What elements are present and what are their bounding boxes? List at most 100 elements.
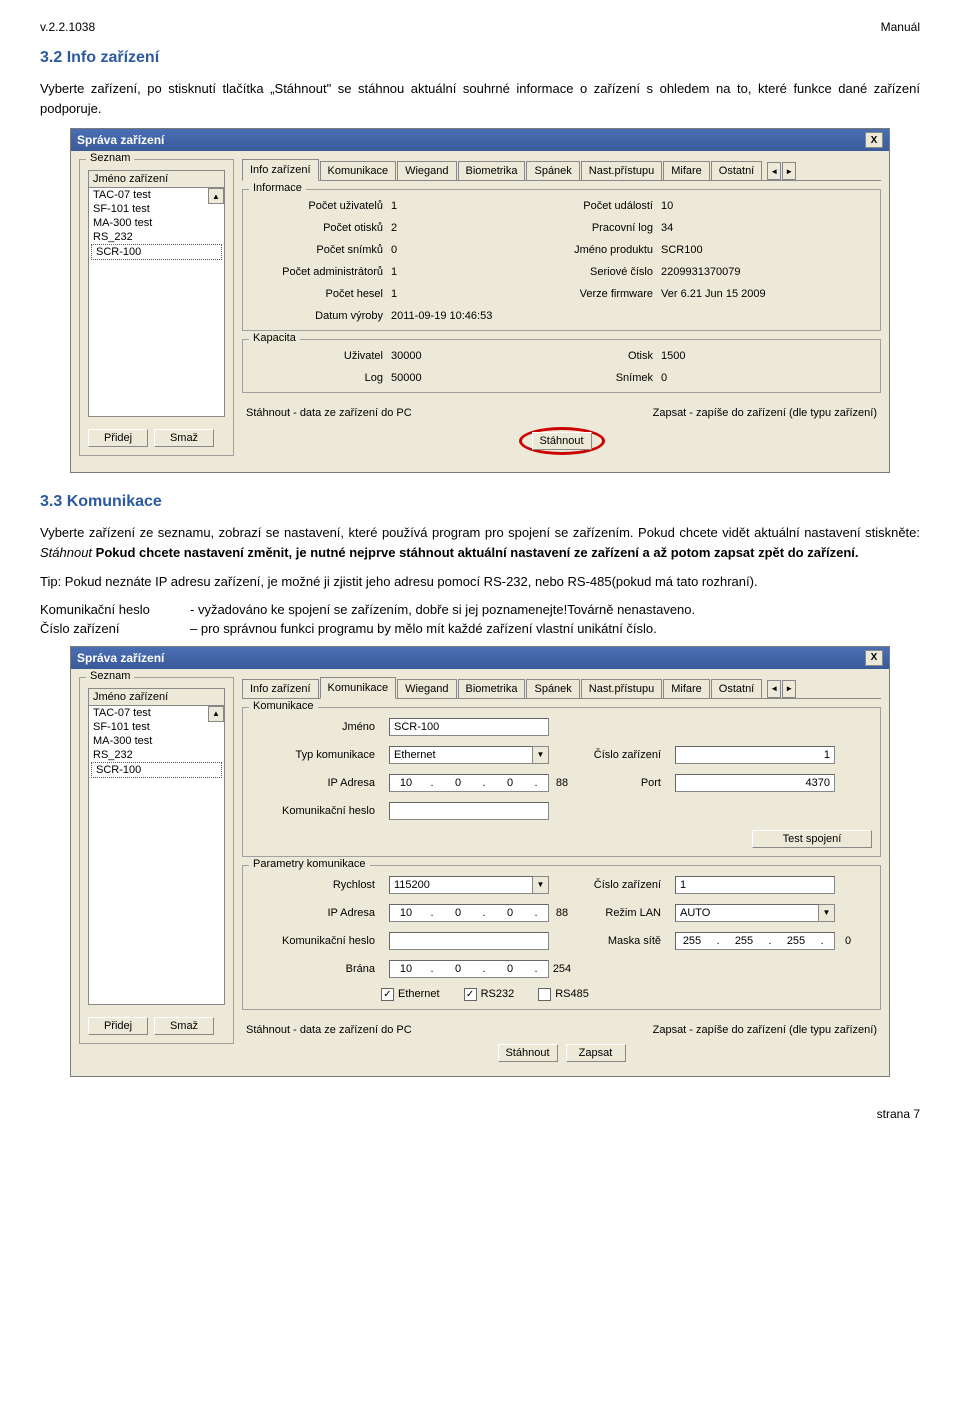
device-list[interactable]: ▲ TAC-07 test SF-101 test MA-300 test RS… [88, 705, 225, 1005]
text-span: Továrně nenastaveno. [567, 602, 695, 617]
ip-octet[interactable]: 255 [784, 935, 808, 947]
ip-octet[interactable]: 0 [446, 777, 470, 789]
list-item-selected[interactable]: SCR-100 [91, 762, 222, 778]
tab-scroll-left-icon[interactable]: ◄ [767, 680, 781, 698]
list-item[interactable]: MA-300 test [89, 216, 224, 230]
test-connection-button[interactable]: Test spojení [752, 830, 872, 848]
tab-mifare[interactable]: Mifare [663, 161, 710, 180]
ip-octet[interactable]: 0 [446, 907, 470, 919]
list-item[interactable]: SF-101 test [89, 720, 224, 734]
checkbox-rs232[interactable]: ✓ RS232 [464, 988, 515, 1001]
input-p-ip[interactable]: 10. 0. 0. 88 [389, 904, 549, 922]
dropdown-rezim[interactable]: AUTO ▼ [675, 904, 835, 922]
dropdown-value: 115200 [389, 876, 533, 894]
def-komm-heslo: Komunikační heslo - vyžadováno ke spojen… [40, 602, 920, 617]
delete-button[interactable]: Smaž [154, 429, 214, 447]
tab-info-zarizeni[interactable]: Info zařízení [242, 159, 319, 181]
list-header[interactable]: Jméno zařízení [88, 170, 225, 187]
list-item[interactable]: TAC-07 test [89, 706, 224, 720]
device-list[interactable]: ▲ TAC-07 test SF-101 test MA-300 test RS… [88, 187, 225, 417]
tab-komunikace[interactable]: Komunikace [320, 161, 397, 180]
checkbox-icon [538, 988, 551, 1001]
dropdown-value: Ethernet [389, 746, 533, 764]
tab-info-zarizeni[interactable]: Info zařízení [242, 679, 319, 698]
tab-wiegand[interactable]: Wiegand [397, 679, 456, 698]
download-button[interactable]: Stáhnout [532, 432, 592, 450]
para-3-3-1: Vyberte zařízení ze seznamu, zobrazí se … [40, 523, 920, 562]
input-p-cislo[interactable]: 1 [675, 876, 835, 894]
tab-scroll-left-icon[interactable]: ◄ [767, 162, 781, 180]
tab-mifare[interactable]: Mifare [663, 679, 710, 698]
input-jmeno[interactable]: SCR-100 [389, 718, 549, 736]
def-val: – pro správnou funkci programu by mělo m… [190, 621, 920, 636]
tab-scroll-right-icon[interactable]: ► [782, 680, 796, 698]
checkbox-rs485[interactable]: RS485 [538, 988, 589, 1001]
chevron-down-icon[interactable]: ▼ [819, 904, 835, 922]
ip-octet[interactable]: 255 [680, 935, 704, 947]
tab-spanek[interactable]: Spánek [526, 161, 579, 180]
list-header[interactable]: Jméno zařízení [88, 688, 225, 705]
input-ip[interactable]: 10. 0. 0. 88 [389, 774, 549, 792]
add-button[interactable]: Přidej [88, 429, 148, 447]
checkbox-icon: ✓ [381, 988, 394, 1001]
tab-biometrika[interactable]: Biometrika [458, 679, 526, 698]
dropdown-typ[interactable]: Ethernet ▼ [389, 746, 549, 764]
list-item[interactable]: MA-300 test [89, 734, 224, 748]
input-brana[interactable]: 10. 0. 0. 254 [389, 960, 549, 978]
ip-octet[interactable]: 255 [732, 935, 756, 947]
dialog-titlebar[interactable]: Správa zařízení X [71, 647, 889, 669]
ip-octet[interactable]: 10 [394, 777, 418, 789]
dialog-title: Správa zařízení [77, 651, 164, 665]
checkbox-ethernet[interactable]: ✓ Ethernet [381, 988, 440, 1001]
dialog-titlebar[interactable]: Správa zařízení X [71, 129, 889, 151]
download-button[interactable]: Stáhnout [498, 1044, 558, 1062]
write-button[interactable]: Zapsat [566, 1044, 626, 1062]
list-item[interactable]: TAC-07 test [89, 188, 224, 202]
def-cislo: Číslo zařízení – pro správnou funkci pro… [40, 621, 920, 636]
list-item[interactable]: RS_232 [89, 748, 224, 762]
val-pocet-otisku: 2 [391, 222, 511, 234]
tab-ostatni[interactable]: Ostatní [711, 161, 762, 180]
tab-nast-pristupu[interactable]: Nast.přístupu [581, 679, 662, 698]
dropdown-rychlost[interactable]: 115200 ▼ [389, 876, 549, 894]
checkbox-label: Ethernet [398, 988, 440, 1000]
ip-octet[interactable]: 0 [498, 907, 522, 919]
close-icon[interactable]: X [865, 650, 883, 666]
tab-scroll-right-icon[interactable]: ► [782, 162, 796, 180]
list-item[interactable]: SF-101 test [89, 202, 224, 216]
input-heslo[interactable] [389, 802, 549, 820]
ip-octet[interactable]: 0 [446, 963, 470, 975]
input-p-heslo[interactable] [389, 932, 549, 950]
scroll-up-icon[interactable]: ▲ [208, 706, 224, 722]
ip-octet[interactable]: 10 [394, 963, 418, 975]
tab-spanek[interactable]: Spánek [526, 679, 579, 698]
tab-ostatni[interactable]: Ostatní [711, 679, 762, 698]
fieldset-kapacita: Kapacita Uživatel 30000 Otisk 1500 Log 5… [242, 339, 881, 393]
tab-komunikace[interactable]: Komunikace [320, 677, 397, 699]
val-pocet-uzivatelu: 1 [391, 200, 511, 212]
tab-nast-pristupu[interactable]: Nast.přístupu [581, 161, 662, 180]
ip-octet[interactable]: 0 [498, 777, 522, 789]
input-maska[interactable]: 255. 255. 255. 0 [675, 932, 835, 950]
delete-button[interactable]: Smaž [154, 1017, 214, 1035]
input-cislo[interactable]: 1 [675, 746, 835, 764]
legend-informace: Informace [249, 182, 306, 194]
list-item[interactable]: RS_232 [89, 230, 224, 244]
chevron-down-icon[interactable]: ▼ [533, 876, 549, 894]
lbl-kap-uzivatel: Uživatel [251, 350, 391, 362]
ip-octet[interactable]: 0 [836, 935, 860, 947]
list-item-selected[interactable]: SCR-100 [91, 244, 222, 260]
add-button[interactable]: Přidej [88, 1017, 148, 1035]
chevron-down-icon[interactable]: ▼ [533, 746, 549, 764]
input-port[interactable]: 4370 [675, 774, 835, 792]
doc-manual: Manuál [881, 20, 920, 34]
tab-wiegand[interactable]: Wiegand [397, 161, 456, 180]
ip-octet[interactable]: 254 [550, 963, 574, 975]
scroll-up-icon[interactable]: ▲ [208, 188, 224, 204]
ip-octet[interactable]: 0 [498, 963, 522, 975]
close-icon[interactable]: X [865, 132, 883, 148]
ip-octet[interactable]: 10 [394, 907, 418, 919]
tab-biometrika[interactable]: Biometrika [458, 161, 526, 180]
fieldset-seznam: Seznam Jméno zařízení ▲ TAC-07 test SF-1… [79, 159, 234, 456]
fieldset-komunikace: Komunikace Jméno SCR-100 Typ komunikace … [242, 707, 881, 857]
